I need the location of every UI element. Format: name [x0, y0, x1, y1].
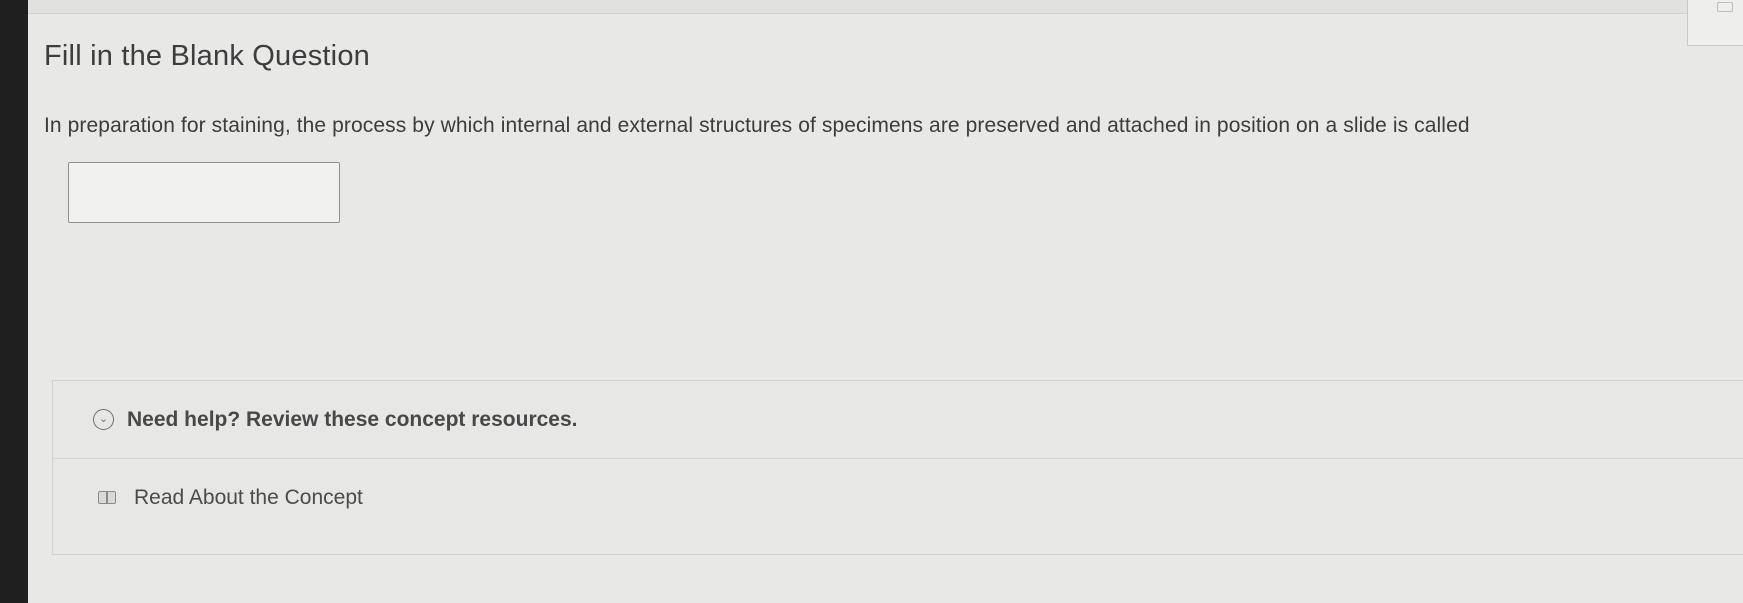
blank-answer-input[interactable] — [68, 162, 340, 223]
help-toggle[interactable]: ⌄ Need help? Review these concept resour… — [53, 381, 1743, 459]
read-concept-link[interactable]: Read About the Concept — [98, 486, 363, 510]
resource-label: Read About the Concept — [134, 486, 363, 509]
question-type-title: Fill in the Blank Question — [44, 40, 370, 72]
window-icon — [1717, 2, 1733, 12]
top-bar — [28, 0, 1743, 14]
book-icon — [98, 490, 118, 506]
chevron-down-icon: ⌄ — [93, 409, 114, 430]
corner-panel[interactable] — [1687, 0, 1743, 46]
question-screen: Fill in the Blank Question In preparatio… — [28, 0, 1743, 603]
help-title: Need help? Review these concept resource… — [127, 407, 578, 431]
help-panel: ⌄ Need help? Review these concept resour… — [52, 380, 1743, 555]
question-text: In preparation for staining, the process… — [44, 114, 1470, 137]
